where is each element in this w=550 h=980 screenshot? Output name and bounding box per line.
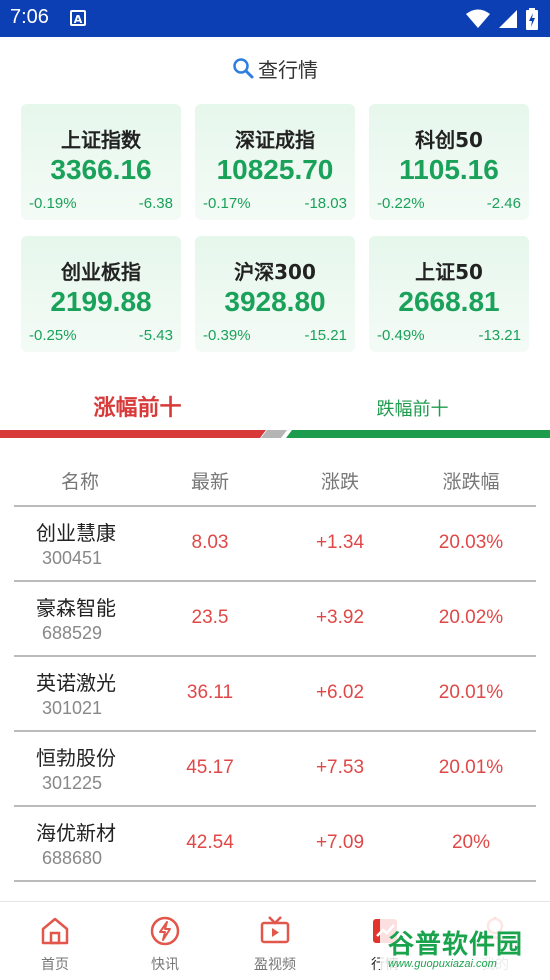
stock-name: 英诺激光 (36, 671, 116, 695)
index-value: 3366.16 (50, 154, 152, 185)
index-name: 上证指数 (61, 128, 141, 152)
nav-video[interactable]: 盈视频 (220, 902, 330, 980)
table-row[interactable]: 创业慧康 300451 8.03 +1.34 20.03% (14, 507, 536, 582)
signal-icon (499, 10, 517, 28)
home-icon (41, 917, 69, 945)
table-row[interactable]: 豪森智能 688529 23.5 +3.92 20.02% (14, 582, 536, 657)
tab-top-losers[interactable]: 跌幅前十 (275, 395, 550, 421)
tab-indicator (0, 430, 550, 438)
index-name: 创业板指 (61, 260, 141, 284)
index-name: 上证50 (415, 260, 483, 284)
stock-latest: 45.17 (186, 757, 234, 778)
index-pct: -0.19% (29, 195, 77, 212)
search-bar[interactable]: 查行情 (0, 52, 550, 84)
index-pct: -0.17% (203, 195, 251, 212)
stock-pct: 20.03% (438, 532, 504, 553)
status-bar: 7:06 A (0, 0, 550, 37)
table-row[interactable]: 英诺激光 301021 36.11 +6.02 20.01% (14, 657, 536, 732)
table-row[interactable]: 海优新材 688680 42.54 +7.09 20% (14, 807, 536, 882)
nav-label: 首页 (41, 957, 69, 973)
lightning-icon (150, 916, 180, 946)
nav-label: 快讯 (151, 957, 179, 973)
index-name: 深证成指 (235, 128, 315, 152)
index-card-sz[interactable]: 深证成指 10825.70 -0.17% -18.03 (195, 104, 355, 220)
stock-latest: 8.03 (191, 532, 229, 553)
wifi-icon (466, 9, 490, 28)
stock-name: 创业慧康 (36, 521, 116, 545)
col-change[interactable]: 涨跌 (290, 467, 390, 494)
stock-change: +1.34 (315, 532, 365, 553)
stock-change: +3.92 (315, 607, 365, 628)
nav-home[interactable]: 首页 (0, 902, 110, 980)
battery-icon (526, 8, 538, 30)
system-icons (466, 8, 538, 30)
stock-code: 688529 (42, 623, 103, 643)
stock-change: +7.09 (315, 832, 365, 853)
index-value: 10825.70 (216, 154, 334, 185)
index-pct: -0.25% (29, 327, 77, 344)
index-change: -2.46 (486, 195, 521, 212)
tab-top-gainers[interactable]: 涨幅前十 (0, 390, 275, 422)
index-card-sz50[interactable]: 上证50 2668.81 -0.49% -13.21 (369, 236, 529, 352)
stock-name: 豪森智能 (36, 596, 116, 620)
index-value: 2668.81 (398, 286, 500, 317)
index-value: 3928.80 (224, 286, 326, 317)
col-name: 名称 (60, 471, 99, 493)
stock-change: +7.53 (315, 757, 365, 778)
index-card-kc50[interactable]: 科创50 1105.16 -0.22% -2.46 (369, 104, 529, 220)
gainers-table: 创业慧康 300451 8.03 +1.34 20.03% 豪森智能 68852… (14, 505, 536, 882)
index-card-cyb[interactable]: 创业板指 2199.88 -0.25% -5.43 (21, 236, 181, 352)
nav-label: 盈视频 (254, 957, 296, 973)
index-change: -13.21 (478, 327, 521, 344)
index-card-sh[interactable]: 上证指数 3366.16 -0.19% -6.38 (21, 104, 181, 220)
search-label: 查行情 (258, 57, 318, 82)
watermark-title: 谷普软件园 (388, 930, 524, 960)
table-row[interactable]: 恒勃股份 301225 45.17 +7.53 20.01% (14, 732, 536, 807)
stock-pct: 20% (451, 832, 491, 853)
col-pct[interactable]: 涨跌幅 (421, 467, 521, 494)
index-change: -6.38 (138, 195, 173, 212)
nav-news[interactable]: 快讯 (110, 902, 220, 980)
site-watermark: 谷普软件园 www.guopuxiazai.com (380, 918, 550, 979)
stock-name: 恒勃股份 (36, 746, 116, 770)
stock-pct: 20.02% (438, 607, 504, 628)
status-time: 7:06 (10, 6, 49, 28)
stock-name: 海优新材 (36, 821, 116, 845)
index-change: -5.43 (138, 327, 173, 344)
stock-latest: 36.11 (186, 682, 234, 703)
watermark-url: www.guopuxiazai.com (388, 958, 497, 970)
index-change: -18.03 (304, 195, 347, 212)
stock-change: +6.02 (315, 682, 365, 703)
index-card-hs300[interactable]: 沪深300 3928.80 -0.39% -15.21 (195, 236, 355, 352)
index-pct: -0.49% (377, 327, 425, 344)
stock-code: 301021 (42, 698, 103, 718)
tv-icon (260, 916, 290, 944)
index-pct: -0.39% (203, 327, 251, 344)
search-icon (233, 58, 254, 79)
stock-pct: 20.01% (438, 757, 504, 778)
table-header: 名称 最新 涨跌 涨跌幅 (0, 455, 550, 503)
index-change: -15.21 (304, 327, 347, 344)
stock-code: 688680 (42, 848, 103, 868)
index-name: 科创50 (415, 128, 483, 152)
stock-pct: 20.01% (438, 682, 504, 703)
stock-latest: 42.54 (186, 832, 234, 853)
notification-icon: A (70, 10, 86, 26)
index-pct: -0.22% (377, 195, 425, 212)
index-value: 2199.88 (50, 286, 152, 317)
stock-latest: 23.5 (191, 607, 229, 628)
col-latest[interactable]: 最新 (160, 467, 260, 494)
stock-code: 300451 (42, 548, 103, 568)
index-value: 1105.16 (399, 154, 499, 185)
index-name: 沪深300 (234, 260, 316, 284)
stock-code: 301225 (42, 773, 103, 793)
